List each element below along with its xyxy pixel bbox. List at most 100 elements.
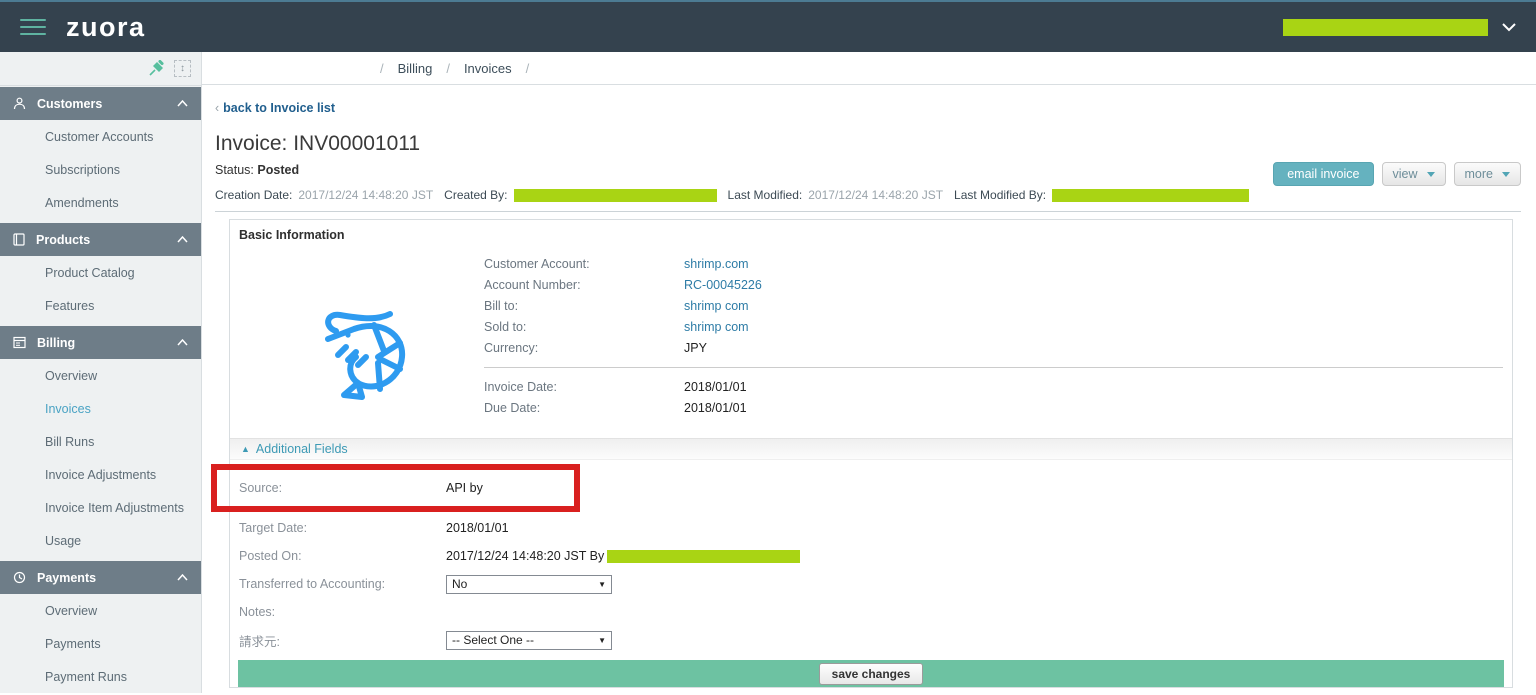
transferred-to-accounting-select[interactable]: No ▼ <box>446 574 612 594</box>
dropdown-arrow-icon <box>1502 171 1510 177</box>
chevron-up-icon <box>177 100 188 107</box>
section-label: Products <box>36 232 91 247</box>
target-date-value: 2018/01/01 <box>446 521 509 535</box>
back-to-invoice-list-link[interactable]: ‹ back to Invoice list <box>215 101 335 115</box>
account-number-link[interactable]: RC-00045226 <box>684 278 762 292</box>
section-label: Customers <box>37 96 103 111</box>
sidebar: ↕ Customers Customer Accounts Subscripti… <box>0 52 202 693</box>
sidebar-item-customer-accounts[interactable]: Customer Accounts <box>0 120 201 153</box>
payments-icon <box>13 571 26 584</box>
field-invoice-date: Invoice Date: 2018/01/01 <box>484 379 747 394</box>
sidebar-item-payments[interactable]: Payments <box>0 627 201 660</box>
topbar: zuora <box>0 0 1536 52</box>
field-account-number: Account Number: RC-00045226 <box>484 277 762 292</box>
last-modified-label: Last Modified: <box>727 188 803 202</box>
sidebar-item-payment-runs[interactable]: Payment Runs <box>0 660 201 693</box>
field-transferred-to-accounting: Transferred to Accounting: No ▼ <box>239 570 1503 598</box>
sidebar-section-products: Products Product Catalog Features <box>0 223 201 322</box>
invoice-date-value: 2018/01/01 <box>684 379 747 394</box>
source-highlight-annotation: Source: API by <box>211 464 580 512</box>
customer-account-link[interactable]: shrimp.com <box>684 257 749 271</box>
field-target-date: Target Date: 2018/01/01 <box>239 521 509 535</box>
sidebar-item-subscriptions[interactable]: Subscriptions <box>0 153 201 186</box>
sidebar-item-invoice-adjustments[interactable]: Invoice Adjustments <box>0 458 201 491</box>
field-customer-account: Customer Account: shrimp.com <box>484 256 749 271</box>
save-bar: save changes <box>238 660 1504 687</box>
sidebar-header-products[interactable]: Products <box>0 223 201 256</box>
more-dropdown-button[interactable]: more <box>1453 162 1521 186</box>
back-arrow-icon: ‹ <box>215 101 220 115</box>
field-posted-on: Posted On: 2017/12/24 14:48:20 JST By <box>239 542 1503 570</box>
sidebar-section-payments: Payments Overview Payments Payment Runs <box>0 561 201 693</box>
breadcrumb: / Billing / Invoices / <box>202 52 1536 85</box>
additional-fields-toggle[interactable]: ▲ Additional Fields <box>230 438 1512 460</box>
billing-icon <box>13 336 26 349</box>
bill-to-link[interactable]: shrimp com <box>684 299 749 313</box>
chevron-up-icon <box>177 236 188 243</box>
page-title: Invoice: INV00001011 <box>215 132 421 155</box>
sidebar-header-payments[interactable]: Payments <box>0 561 201 594</box>
sidebar-section-billing: Billing Overview Invoices Bill Runs Invo… <box>0 326 201 557</box>
field-billing-source: 請求元: -- Select One -- ▼ <box>239 626 1503 654</box>
created-by-label: Created By: <box>444 188 508 202</box>
sidebar-item-payments-overview[interactable]: Overview <box>0 594 201 627</box>
sidebar-item-billing-overview[interactable]: Overview <box>0 359 201 392</box>
divider <box>484 367 1503 368</box>
main-content: / Billing / Invoices / ‹ back to Invoice … <box>202 52 1536 693</box>
select-arrow-icon: ▼ <box>598 635 606 645</box>
field-currency: Currency: JPY <box>484 340 707 355</box>
sidebar-item-bill-runs[interactable]: Bill Runs <box>0 425 201 458</box>
chevron-up-icon <box>177 574 188 581</box>
sidebar-header-billing[interactable]: Billing <box>0 326 201 359</box>
sidebar-section-customers: Customers Customer Accounts Subscription… <box>0 87 201 219</box>
sidebar-pin-strip: ↕ <box>0 52 201 86</box>
redacted-posted-by <box>607 549 801 563</box>
field-due-date: Due Date: 2018/01/01 <box>484 400 747 415</box>
additional-fields-body: Source: API by Target Date: 2018/01/01 P… <box>211 460 1512 654</box>
sidebar-item-usage[interactable]: Usage <box>0 524 201 557</box>
last-modified-value: 2017/12/24 14:48:20 JST <box>808 188 944 202</box>
sidebar-item-features[interactable]: Features <box>0 289 201 322</box>
redacted-created-by <box>513 188 717 202</box>
billing-source-select[interactable]: -- Select One -- ▼ <box>446 630 612 650</box>
resize-sidebar-icon[interactable]: ↕ <box>174 60 191 77</box>
basic-information-title: Basic Information <box>239 228 345 242</box>
pin-icon[interactable] <box>148 60 165 77</box>
email-invoice-button[interactable]: email invoice <box>1273 162 1374 186</box>
invoice-meta-row: Creation Date: 2017/12/24 14:48:20 JST C… <box>215 188 1521 212</box>
sidebar-item-amendments[interactable]: Amendments <box>0 186 201 219</box>
creation-date-label: Creation Date: <box>215 188 293 202</box>
field-sold-to: Sold to: shrimp com <box>484 319 749 334</box>
creation-date-value: 2017/12/24 14:48:20 JST <box>298 188 434 202</box>
zuora-logo: zuora <box>66 11 146 42</box>
field-bill-to: Bill to: shrimp com <box>484 298 749 313</box>
section-label: Billing <box>37 335 76 350</box>
breadcrumb-billing[interactable]: Billing <box>398 61 433 76</box>
action-buttons: email invoice view more <box>1273 162 1521 186</box>
redacted-account-name <box>1283 18 1488 36</box>
field-notes: Notes: <box>239 605 276 619</box>
field-source: Source: API by <box>239 481 483 495</box>
status-value: Posted <box>257 163 300 177</box>
sidebar-item-invoice-item-adjustments[interactable]: Invoice Item Adjustments <box>0 491 201 524</box>
status-label: Status: <box>215 163 254 177</box>
select-arrow-icon: ▼ <box>598 579 606 589</box>
view-dropdown-button[interactable]: view <box>1381 162 1446 186</box>
sidebar-header-customers[interactable]: Customers <box>0 87 201 120</box>
sidebar-item-product-catalog[interactable]: Product Catalog <box>0 256 201 289</box>
save-changes-button[interactable]: save changes <box>818 662 924 685</box>
currency-value: JPY <box>684 340 707 355</box>
hamburger-menu-icon[interactable] <box>20 19 46 35</box>
last-modified-by-label: Last Modified By: <box>954 188 1047 202</box>
customers-icon <box>13 97 26 110</box>
products-icon <box>13 233 25 246</box>
chevron-up-icon <box>177 339 188 346</box>
sidebar-nav: Customers Customer Accounts Subscription… <box>0 87 201 693</box>
chevron-down-icon[interactable] <box>1502 22 1516 32</box>
posted-on-value: 2017/12/24 14:48:20 JST By <box>446 549 605 563</box>
account-logo <box>239 253 484 418</box>
breadcrumb-invoices[interactable]: Invoices <box>464 61 512 76</box>
dropdown-arrow-icon <box>1426 171 1435 177</box>
sidebar-item-invoices[interactable]: Invoices <box>0 392 201 425</box>
sold-to-link[interactable]: shrimp com <box>684 320 749 334</box>
